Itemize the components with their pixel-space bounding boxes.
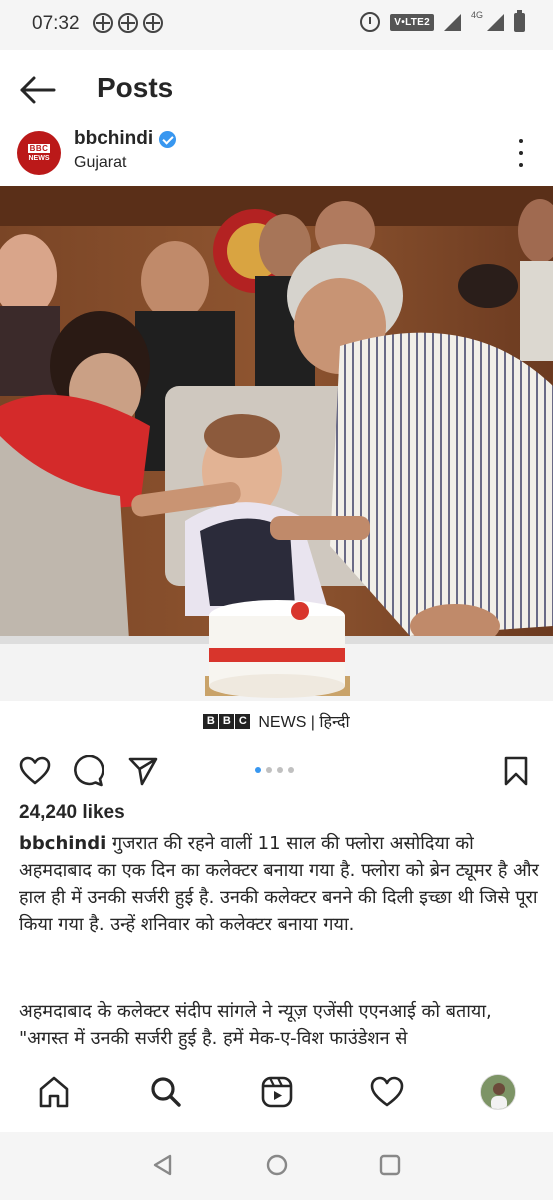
network-type-label: 4G [470, 10, 483, 20]
post-caption: bbchindi गुजरात की रहने वालीं 11 साल की … [19, 830, 539, 938]
nav-activity-button[interactable] [369, 1074, 405, 1110]
nav-profile-button[interactable] [480, 1074, 516, 1110]
signal-icon [443, 13, 461, 31]
bottom-nav [0, 1062, 553, 1122]
username-text: bbchindi [74, 128, 154, 149]
bookmark-icon [504, 756, 528, 786]
bbc-logo-block: B [219, 713, 235, 729]
caption-paragraph-2: अहमदाबाद के कलेक्टर संदीप सांगले ने न्यू… [19, 1001, 492, 1049]
post-actions [0, 745, 553, 795]
like-button[interactable] [19, 755, 51, 787]
top-bar: Posts [0, 50, 553, 126]
avatar-logo-text: BBC [27, 143, 51, 153]
notification-app-icon [143, 13, 163, 33]
system-back-button[interactable] [148, 1150, 178, 1180]
battery-icon [514, 9, 525, 32]
notification-app-icon [118, 13, 138, 33]
image-watermark: B B C NEWS | हिन्दी [0, 701, 553, 741]
bbc-logo: B B C [203, 713, 251, 729]
more-vertical-icon-dot [519, 163, 523, 167]
reels-icon [261, 1076, 293, 1108]
home-icon [39, 1076, 69, 1108]
status-right: V•LTE2 4G [360, 9, 525, 32]
signal-icon [487, 13, 504, 31]
profile-avatar [481, 1075, 515, 1109]
system-recents-button[interactable] [375, 1150, 405, 1180]
carousel-dot [266, 767, 272, 773]
carousel-dot [277, 767, 283, 773]
post-header: BBC NEWS bbchindi Gujarat [0, 126, 553, 186]
notification-app-icon [93, 13, 113, 33]
square-recents-icon [379, 1154, 401, 1176]
circle-home-icon [266, 1154, 288, 1176]
nav-home-button[interactable] [36, 1074, 72, 1110]
share-button[interactable] [127, 755, 159, 787]
bbc-logo-block: B [203, 713, 219, 729]
comment-icon [74, 754, 105, 787]
bbc-logo-block: C [235, 713, 251, 729]
verified-badge-icon [159, 130, 177, 148]
more-vertical-icon [519, 139, 523, 143]
photo-illustration [0, 186, 553, 701]
volte-badge: V•LTE2 [390, 13, 434, 31]
post-photo[interactable] [0, 186, 553, 701]
heart-icon [19, 756, 51, 785]
status-bar: 07:32 V•LTE2 4G [0, 0, 553, 50]
comment-button[interactable] [72, 754, 105, 787]
post-location[interactable]: Gujarat [74, 154, 126, 172]
more-options-button[interactable] [511, 139, 531, 167]
back-button[interactable] [18, 72, 58, 108]
carousel-dot [288, 767, 294, 773]
heart-icon [370, 1076, 404, 1107]
nav-reels-button[interactable] [259, 1074, 295, 1110]
alarm-icon [360, 12, 381, 32]
triangle-back-icon [153, 1154, 172, 1176]
page-title: Posts [97, 72, 174, 103]
carousel-dot-active [255, 767, 261, 773]
watermark-text: NEWS | हिन्दी [258, 714, 350, 731]
arrow-left-icon [20, 76, 56, 104]
system-nav-bar [0, 1132, 553, 1200]
notification-icons [93, 13, 163, 33]
status-time: 07:32 [32, 13, 80, 34]
caption-username[interactable]: bbchindi [19, 833, 106, 854]
system-home-button[interactable] [262, 1150, 292, 1180]
save-button[interactable] [500, 755, 532, 787]
nav-search-button[interactable] [148, 1074, 184, 1110]
more-vertical-icon-dot [519, 151, 523, 155]
avatar-logo-subtext: NEWS [28, 154, 50, 162]
carousel-indicator [255, 767, 294, 773]
send-icon [128, 757, 158, 786]
search-icon [151, 1077, 181, 1107]
post-username[interactable]: bbchindi [74, 128, 177, 150]
account-avatar[interactable]: BBC NEWS [17, 131, 61, 175]
likes-count[interactable]: 24,240 likes [19, 802, 125, 824]
